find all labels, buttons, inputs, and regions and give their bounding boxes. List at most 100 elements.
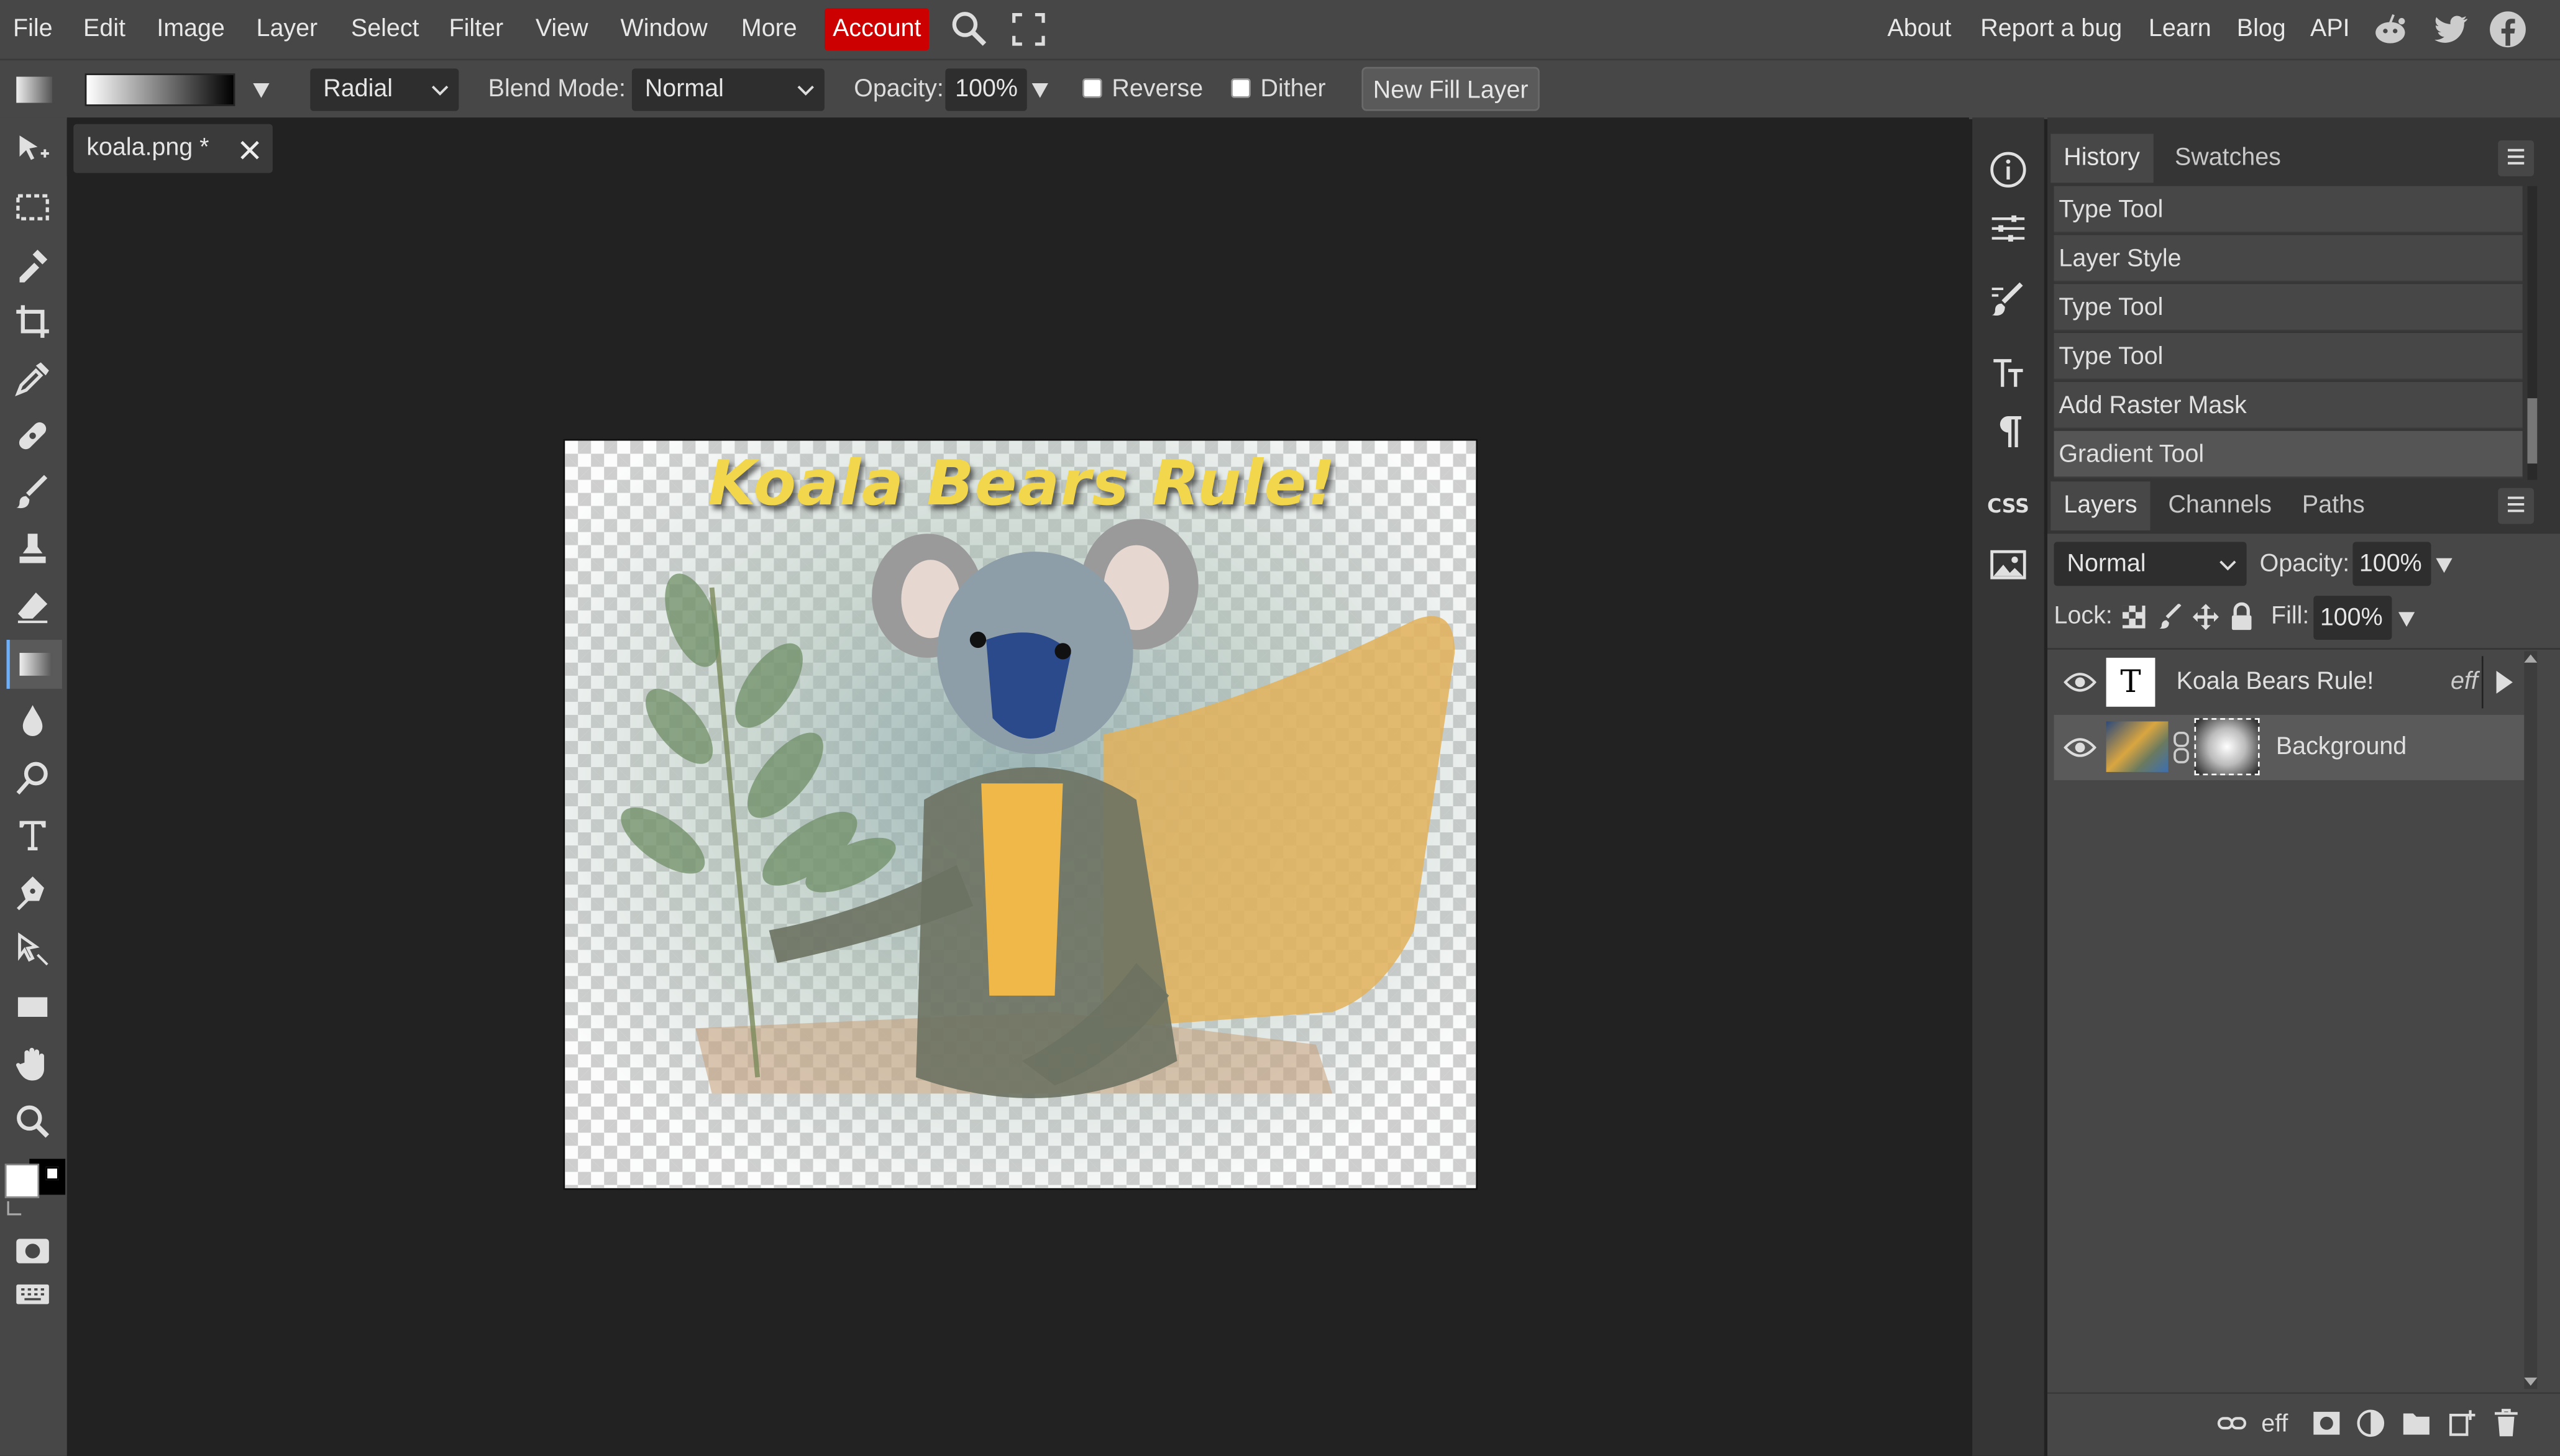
history-item[interactable]: Type Tool (2054, 333, 2523, 381)
history-item[interactable]: Add Raster Mask (2054, 381, 2523, 430)
layers-scrollbar[interactable] (2524, 651, 2538, 1390)
eye-icon[interactable] (2064, 671, 2096, 694)
new-group-folder-icon[interactable] (2402, 1410, 2431, 1436)
foreground-color-swatch[interactable] (4, 1163, 40, 1198)
opacity-input[interactable]: 100% (945, 68, 1027, 111)
delete-layer-trash-icon[interactable] (2493, 1409, 2519, 1438)
expand-effects-icon[interactable] (2495, 670, 2515, 694)
lock-position-icon[interactable] (2192, 604, 2219, 630)
lock-all-icon[interactable] (2229, 602, 2255, 630)
quick-select-tool[interactable] (7, 240, 59, 289)
layer-blend-mode-select[interactable]: Normal (2054, 542, 2247, 586)
reset-colors-icon[interactable] (5, 1198, 25, 1218)
tab-layers[interactable]: Layers (2050, 481, 2151, 530)
tab-swatches[interactable]: Swatches (2162, 134, 2294, 183)
dodge-tool[interactable] (7, 754, 59, 803)
layer-opacity-arrow-icon[interactable] (2434, 555, 2454, 575)
adjustment-layer-icon[interactable] (2356, 1409, 2385, 1438)
gradient-type-select[interactable]: Radial (310, 68, 459, 111)
menu-edit[interactable]: Edit (83, 0, 126, 59)
gradient-tool[interactable] (6, 640, 62, 689)
add-layer-style-button[interactable]: eff (2261, 1394, 2288, 1454)
lock-pixels-icon[interactable] (2159, 604, 2185, 630)
link-about[interactable]: About (1888, 0, 1952, 59)
link-layers-icon[interactable] (2217, 1410, 2247, 1436)
blur-tool[interactable] (7, 697, 59, 746)
menu-filter[interactable]: Filter (449, 0, 504, 59)
link-api[interactable]: API (2310, 0, 2350, 59)
marquee-tool[interactable] (7, 183, 59, 232)
lock-transparency-icon[interactable] (2122, 605, 2146, 629)
type-tool[interactable] (7, 811, 59, 860)
eye-icon[interactable] (2064, 736, 2096, 759)
facebook-icon[interactable] (2488, 10, 2527, 49)
new-layer-icon[interactable] (2448, 1409, 2477, 1438)
layer-fill-input[interactable]: 100% (2313, 596, 2392, 640)
blend-mode-select[interactable]: Normal (631, 68, 825, 111)
path-select-tool[interactable] (7, 926, 59, 975)
crop-tool[interactable] (7, 297, 59, 346)
history-panel-menu-button[interactable] (2498, 140, 2535, 176)
brush-tool[interactable] (7, 468, 59, 517)
move-tool[interactable] (7, 125, 59, 175)
clone-stamp-tool[interactable] (7, 526, 59, 575)
new-fill-layer-button[interactable]: New Fill Layer (1361, 66, 1540, 111)
close-icon[interactable] (240, 140, 260, 160)
menu-select[interactable]: Select (351, 0, 419, 59)
layer-row-background[interactable]: Background (2054, 714, 2528, 780)
history-item[interactable]: Type Tool (2054, 284, 2523, 332)
tab-paths[interactable]: Paths (2289, 481, 2378, 530)
scroll-up-icon[interactable] (2524, 651, 2538, 664)
zoom-tool[interactable] (7, 1097, 59, 1146)
swap-colors-icon[interactable] (45, 1167, 59, 1180)
history-item[interactable]: Type Tool (2054, 186, 2523, 234)
gradient-preview-swatch[interactable] (85, 73, 235, 106)
paragraph-panel-button[interactable] (1977, 401, 2039, 460)
link-blog[interactable]: Blog (2237, 0, 2286, 59)
layer-row-text[interactable]: T Koala Bears Rule! eff (2054, 650, 2528, 715)
adjustments-panel-button[interactable] (1977, 199, 2039, 258)
eyedropper-tool[interactable] (7, 354, 59, 403)
reverse-checkbox[interactable] (1082, 78, 1102, 98)
brush-settings-panel-button[interactable] (1977, 271, 2039, 330)
layer-opacity-input[interactable]: 100% (2352, 542, 2431, 586)
link-report-bug[interactable]: Report a bug (1980, 0, 2122, 59)
reddit-icon[interactable] (2370, 10, 2410, 49)
scroll-down-icon[interactable] (2524, 1376, 2538, 1389)
character-panel-button[interactable] (1977, 344, 2039, 403)
menu-more[interactable]: More (741, 0, 797, 59)
history-scrollbar[interactable] (2527, 186, 2538, 480)
tab-channels[interactable]: Channels (2155, 481, 2285, 530)
document-canvas[interactable]: Koala Bears Rule! (563, 439, 1478, 1190)
layer-fill-arrow-icon[interactable] (2397, 609, 2416, 629)
rectangle-tool[interactable] (7, 983, 59, 1032)
image-panel-button[interactable] (1977, 535, 2039, 594)
tab-history[interactable]: History (2050, 134, 2153, 183)
menu-window[interactable]: Window (620, 0, 707, 59)
css-panel-button[interactable]: CSS (1977, 476, 2039, 535)
menu-file[interactable]: File (13, 0, 53, 59)
eraser-tool[interactable] (7, 583, 59, 632)
layer-name[interactable]: Koala Bears Rule! (2177, 650, 2374, 715)
quick-mask-button[interactable] (7, 1226, 59, 1275)
document-tab[interactable]: koala.png * (73, 124, 273, 173)
twitter-icon[interactable] (2431, 10, 2470, 49)
fullscreen-icon[interactable] (1009, 10, 1048, 49)
search-icon[interactable] (950, 10, 989, 49)
keyboard-shortcuts-button[interactable] (7, 1270, 59, 1319)
menu-image[interactable]: Image (157, 0, 225, 59)
layer-mask-thumbnail[interactable] (2194, 718, 2260, 776)
hand-tool[interactable] (7, 1040, 59, 1089)
history-item[interactable]: Layer Style (2054, 235, 2523, 283)
link-mask-icon[interactable] (2173, 731, 2189, 764)
healing-brush-tool[interactable] (7, 411, 59, 460)
info-panel-button[interactable] (1977, 140, 2039, 199)
link-learn[interactable]: Learn (2149, 0, 2211, 59)
menu-view[interactable]: View (536, 0, 588, 59)
history-item-current[interactable]: Gradient Tool (2054, 430, 2523, 478)
layers-panel-menu-button[interactable] (2498, 488, 2535, 524)
account-button[interactable]: Account (824, 8, 930, 51)
layer-effects-badge[interactable]: eff (2451, 650, 2478, 715)
pen-tool[interactable] (7, 868, 59, 917)
dither-checkbox[interactable] (1231, 78, 1251, 98)
